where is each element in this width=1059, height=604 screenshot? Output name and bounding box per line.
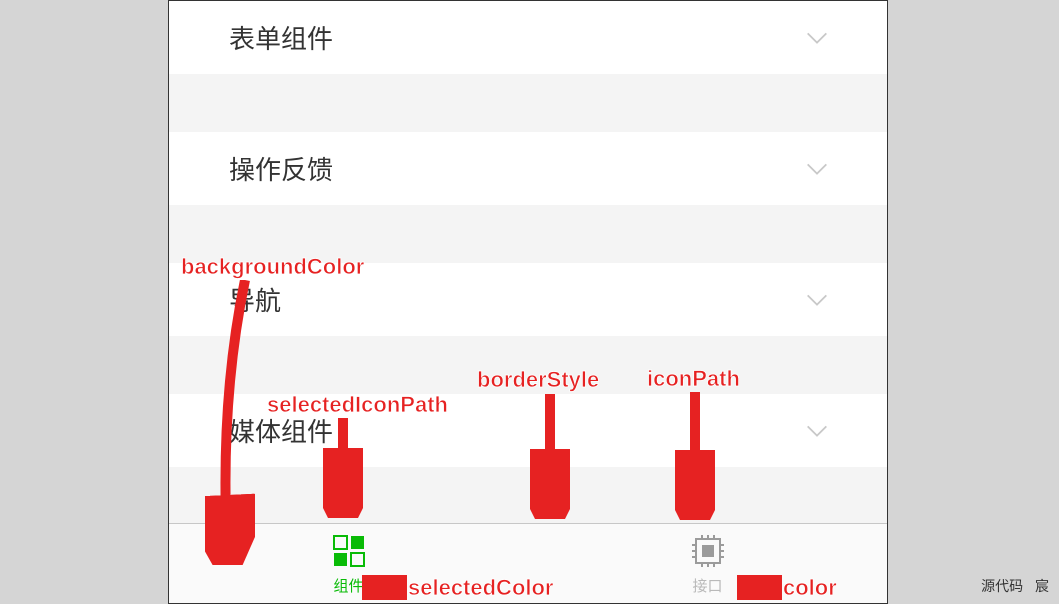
list-item-label: 导航	[229, 281, 281, 318]
list-item-feedback[interactable]: 操作反馈	[169, 132, 887, 205]
tab-label: 组件	[333, 575, 363, 596]
tab-interface[interactable]: 接口	[528, 524, 887, 603]
device-frame: 表单组件 操作反馈 导航 媒体组件	[168, 0, 888, 604]
list-item-label: 操作反馈	[229, 150, 333, 187]
chevron-down-icon	[803, 286, 831, 314]
divider-gap	[169, 205, 887, 263]
list-item-label: 媒体组件	[229, 412, 333, 449]
chevron-down-icon	[803, 24, 831, 52]
divider-gap	[169, 336, 887, 394]
chip-icon	[688, 531, 728, 571]
list-item-form[interactable]: 表单组件	[169, 1, 887, 74]
chevron-down-icon	[803, 417, 831, 445]
list-item-label: 表单组件	[229, 19, 333, 56]
footer-credit: 源代码 宸	[973, 576, 1049, 596]
tab-label: 接口	[692, 575, 722, 596]
list-item-media[interactable]: 媒体组件	[169, 394, 887, 467]
list-item-nav[interactable]: 导航	[169, 263, 887, 336]
footer-source: 源代码	[981, 578, 1023, 594]
content-area: 表单组件 操作反馈 导航 媒体组件	[169, 1, 887, 523]
tab-component[interactable]: 组件	[169, 524, 528, 603]
tabbar: 组件	[169, 523, 887, 603]
divider-gap	[169, 74, 887, 132]
grid-icon	[329, 531, 369, 571]
chevron-down-icon	[803, 155, 831, 183]
footer-author: 宸	[1035, 578, 1049, 594]
